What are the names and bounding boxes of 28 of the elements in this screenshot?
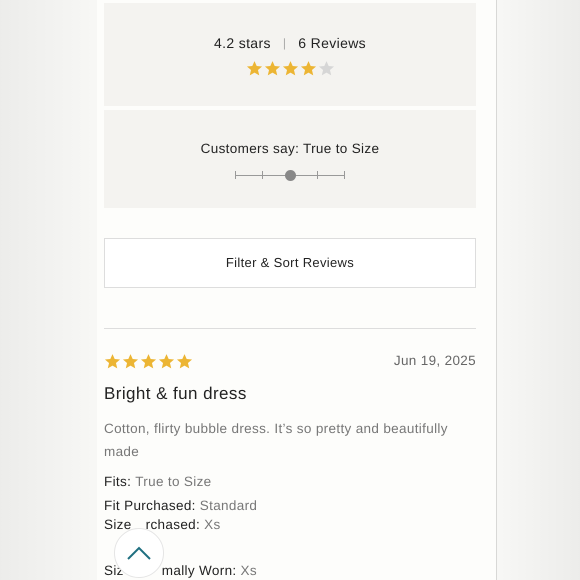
filter-sort-button[interactable]: Filter & Sort Reviews — [104, 238, 476, 288]
detail-value: Xs — [204, 516, 221, 534]
star-icon — [282, 60, 298, 76]
detail-label: Size — [104, 516, 132, 534]
star-icon — [246, 60, 262, 76]
star-icon — [264, 60, 280, 76]
reviews-count: 6 Reviews — [298, 34, 366, 52]
star-icon — [140, 352, 157, 370]
detail-label: mally Worn: — [162, 562, 237, 580]
star-icon — [122, 352, 139, 370]
star-icon — [104, 352, 121, 370]
star-icon — [158, 352, 175, 370]
review-date: Jun 19, 2025 — [394, 352, 476, 370]
star-icon — [300, 60, 316, 76]
detail-label: rchased: — [146, 516, 200, 534]
review-title: Bright & fun dress — [104, 383, 248, 406]
fit-label: Customers say: True to Size — [200, 140, 380, 158]
detail-value: Standard — [200, 496, 258, 515]
detail-value: Xs — [240, 562, 257, 580]
detail-label: Fit Purchased: — [104, 496, 196, 515]
detail-value: True to Size — [135, 472, 212, 491]
rating-text: 4.2 stars — [214, 34, 271, 52]
detail-label: Fits: — [104, 472, 132, 491]
star-icon — [318, 60, 334, 76]
separator: | — [282, 35, 286, 52]
star-icon — [176, 352, 193, 370]
review-body: Cotton, flirty bubble dress. It’s so pretty and beautifully made — [104, 420, 449, 461]
chevron-up-icon — [127, 546, 151, 560]
